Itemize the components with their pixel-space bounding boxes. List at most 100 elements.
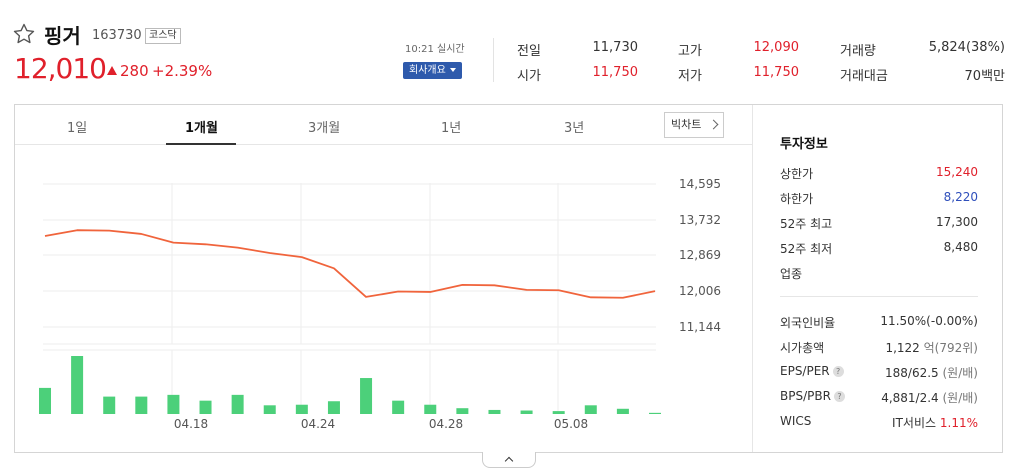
- foreign-ratio-label: 외국인비율: [780, 316, 836, 330]
- trade-amount-value: 70백만: [964, 69, 1005, 84]
- collapse-toggle-button[interactable]: [482, 452, 536, 468]
- prev-close-value: 11,730: [592, 40, 639, 55]
- volume-bar: [520, 410, 533, 414]
- high52-row: 52주 최고 17,300: [780, 215, 978, 231]
- lower-limit-row: 하한가 8,220: [780, 190, 978, 206]
- open-label: 시가: [517, 69, 541, 84]
- big-chart-label: 빅차트: [671, 118, 702, 131]
- price-change-percent: +2.39%: [152, 62, 213, 80]
- lower-limit-label: 하한가: [780, 192, 814, 206]
- x-tick-label: 05.08: [554, 417, 588, 431]
- volume-value: 5,824(38%): [928, 40, 1005, 55]
- volume-label: 거래량: [840, 44, 876, 59]
- industry-row: 업종: [780, 265, 978, 281]
- volume-bar: [552, 411, 565, 414]
- x-tick-label: 04.18: [174, 417, 208, 431]
- company-overview-label: 회사개요: [409, 65, 446, 76]
- tab-1month[interactable]: 1개월: [185, 117, 218, 136]
- help-icon[interactable]: ?: [833, 391, 845, 402]
- volume-bar: [488, 409, 501, 414]
- volume-bar: [360, 378, 373, 414]
- help-icon[interactable]: ?: [832, 366, 844, 377]
- wics-row: WICS IT서비스 1.11%: [780, 414, 978, 430]
- tab-1day[interactable]: 1일: [67, 117, 87, 136]
- volume-bar: [71, 356, 84, 414]
- volume-bar: [103, 396, 116, 414]
- wics-sector[interactable]: IT서비스: [892, 416, 936, 430]
- low-label: 저가: [678, 69, 702, 84]
- volume-bar: [263, 405, 276, 414]
- up-arrow-icon: [107, 66, 117, 75]
- caret-down-icon: [449, 68, 456, 72]
- stock-name: 핑거: [44, 24, 81, 48]
- realtime-label: 10:21 실시간: [405, 44, 465, 55]
- investment-info-title: 투자정보: [780, 137, 828, 152]
- x-tick-label: 04.28: [429, 417, 463, 431]
- volume-bar: [135, 396, 148, 414]
- volume-bar: [424, 404, 437, 414]
- low52-row: 52주 최저 8,480: [780, 240, 978, 256]
- tab-3months[interactable]: 3개월: [308, 117, 340, 136]
- volume-bar: [39, 387, 51, 414]
- y-tick-label: 11,144: [679, 320, 721, 334]
- active-tab-indicator: [166, 143, 236, 145]
- low52-label: 52주 최저: [780, 242, 833, 256]
- star-icon[interactable]: [12, 22, 36, 46]
- y-tick-label: 12,006: [679, 284, 721, 298]
- stock-header: 핑거 163730 코스닥 12,010 280 +2.39% 10:21 실시…: [0, 0, 1025, 100]
- market-cap-number: 1,122: [885, 341, 920, 355]
- bps-pbr-row: BPS/PBR? 4,881/2.4 (원/배): [780, 389, 978, 405]
- market-cap-unit: 억(792위): [923, 341, 978, 355]
- eps-per-row: EPS/PER? 188/62.5 (원/배): [780, 364, 978, 380]
- company-overview-button[interactable]: 회사개요: [403, 62, 462, 79]
- price-chart: 14,595 13,732 12,869 12,006 11,144 04.18 04.24…: [39, 177, 721, 431]
- lower-limit-value: 8,220: [943, 190, 978, 204]
- price-change: 280: [120, 62, 149, 80]
- eps-per-label: EPS/PER: [780, 364, 830, 378]
- stock-code: 163730: [92, 28, 142, 43]
- y-tick-label: 14,595: [679, 177, 721, 191]
- trade-amount-label: 거래대금: [840, 69, 888, 84]
- volume-bar: [231, 394, 244, 414]
- period-tabs: 1일 1개월 3개월 1년 3년 빅차트: [15, 105, 752, 145]
- upper-limit-label: 상한가: [780, 167, 814, 181]
- high52-label: 52주 최고: [780, 217, 833, 231]
- open-value: 11,750: [592, 65, 639, 80]
- y-tick-label: 13,732: [679, 213, 721, 227]
- market-cap-label: 시가총액: [780, 341, 825, 355]
- chart-panel: 1일 1개월 3개월 1년 3년 빅차트 14,595 13,732 12,869 1…: [14, 104, 1003, 453]
- big-chart-button[interactable]: 빅차트: [664, 112, 724, 138]
- x-tick-label: 04.24: [301, 417, 335, 431]
- prev-close-label: 전일: [517, 44, 541, 59]
- volume-bar: [584, 405, 597, 414]
- tab-1year[interactable]: 1년: [441, 117, 461, 136]
- upper-limit-value: 15,240: [936, 165, 978, 179]
- volume-bar: [199, 400, 212, 414]
- volume-bar: [649, 412, 661, 414]
- high-value: 12,090: [753, 40, 800, 55]
- industry-label: 업종: [780, 267, 803, 281]
- bps-pbr-value: 4,881/2.4 (원/배): [881, 389, 978, 406]
- price-line: [44, 229, 656, 299]
- volume-bar: [616, 408, 629, 414]
- bps-pbr-label-wrap: BPS/PBR?: [780, 389, 845, 403]
- wics-change: 1.11%: [939, 416, 978, 430]
- volume-bar: [392, 400, 405, 414]
- tab-3years[interactable]: 3년: [564, 117, 584, 136]
- upper-limit-row: 상한가 15,240: [780, 165, 978, 181]
- foreign-ratio-row: 외국인비율 11.50%(-0.00%): [780, 314, 978, 330]
- volume-bar: [295, 404, 308, 414]
- divider: [780, 296, 978, 297]
- investment-info: 투자정보 상한가 15,240 하한가 8,220 52주 최고 17,300 …: [752, 105, 1002, 452]
- volume-bar: [327, 401, 340, 414]
- divider: [493, 38, 494, 82]
- wics-label: WICS: [780, 414, 812, 428]
- eps-per-unit: (원/배): [942, 366, 979, 380]
- market-badge: 코스닥: [145, 28, 181, 44]
- eps-per-label-wrap: EPS/PER?: [780, 364, 844, 378]
- chevron-right-icon: [708, 119, 719, 130]
- volume-bar: [167, 394, 180, 414]
- wics-value: IT서비스 1.11%: [892, 414, 978, 431]
- foreign-ratio-value: 11.50%(-0.00%): [880, 314, 978, 328]
- volume-bar: [456, 408, 469, 414]
